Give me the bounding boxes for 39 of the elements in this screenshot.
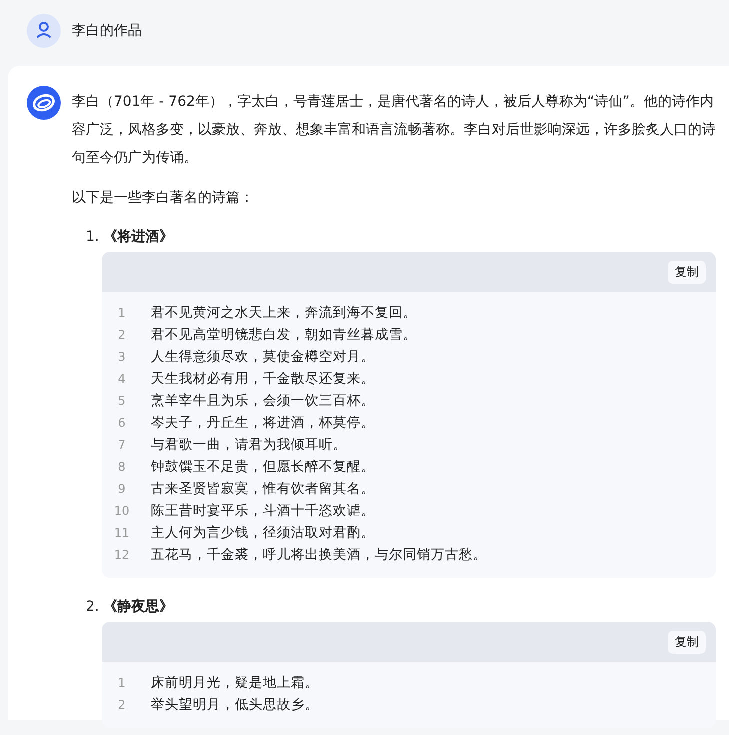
assistant-logo-icon [27,86,61,120]
line-number: 2 [117,327,127,344]
poem-line: 五花马，千金裘，呼儿将出换美酒，与尔同销万古愁。 [151,546,487,565]
poem-line: 与君歌一曲，请君为我倾耳听。 [151,436,347,455]
copy-button[interactable]: 复制 [668,630,706,654]
poem-line: 天生我材必有用，千金散尽还复来。 [151,370,375,389]
poem-line: 举头望明月，低头思故乡。 [151,696,319,715]
poem-line: 君不见高堂明镜悲白发，朝如青丝暮成雪。 [151,326,417,345]
poem-line: 烹羊宰牛且为乐，会须一饮三百杯。 [151,392,375,411]
user-avatar-icon [27,14,61,48]
poem-title: 《静夜思》 [103,598,174,617]
poem-line: 岑夫子，丹丘生，将进酒，杯莫停。 [151,414,375,433]
line-number: 11 [113,525,131,542]
line-number: 4 [117,371,127,388]
line-number: 8 [117,459,127,476]
line-number: 9 [117,481,127,498]
intro-text: 以下是一些李白著名的诗篇： [72,189,255,208]
poem-title: 《将进酒》 [103,228,174,247]
line-number: 1 [117,305,127,322]
poem-line: 人生得意须尽欢，莫使金樽空对月。 [151,348,375,367]
list-number: 2. [86,598,100,617]
line-number: 7 [117,437,127,454]
poem-line: 床前明月光，疑是地上霜。 [151,674,319,693]
line-number: 2 [117,697,127,714]
line-number: 5 [117,393,127,410]
line-number: 12 [113,547,131,564]
poem-line: 钟鼓馔玉不足贵，但愿长醉不复醒。 [151,458,375,477]
poem-line: 君不见黄河之水天上来，奔流到海不复回。 [151,304,417,323]
line-number: 10 [113,503,131,520]
list-number: 1. [86,228,100,247]
copy-button[interactable]: 复制 [668,260,706,284]
line-number: 6 [117,415,127,432]
user-message: 李白的作品 [72,22,142,40]
line-number: 3 [117,349,127,366]
answer-paragraph: 李白（701年 - 762年），字太白，号青莲居士，是唐代著名的诗人，被后人尊称为“诗仙”。他的诗作内容广泛，风格多变，以豪放、奔放、想象丰富和语言流畅著称。李白对后世影响深远，许多脍炙人口的诗句至今仍广为传诵。 [72,93,716,168]
poem-line: 陈王昔时宴平乐，斗酒十千恣欢谑。 [151,502,375,521]
poem-line: 古来圣贤皆寂寞，惟有饮者留其名。 [151,480,375,499]
poem-line: 主人何为言少钱，径须沽取对君酌。 [151,524,375,543]
line-number: 1 [117,675,127,692]
